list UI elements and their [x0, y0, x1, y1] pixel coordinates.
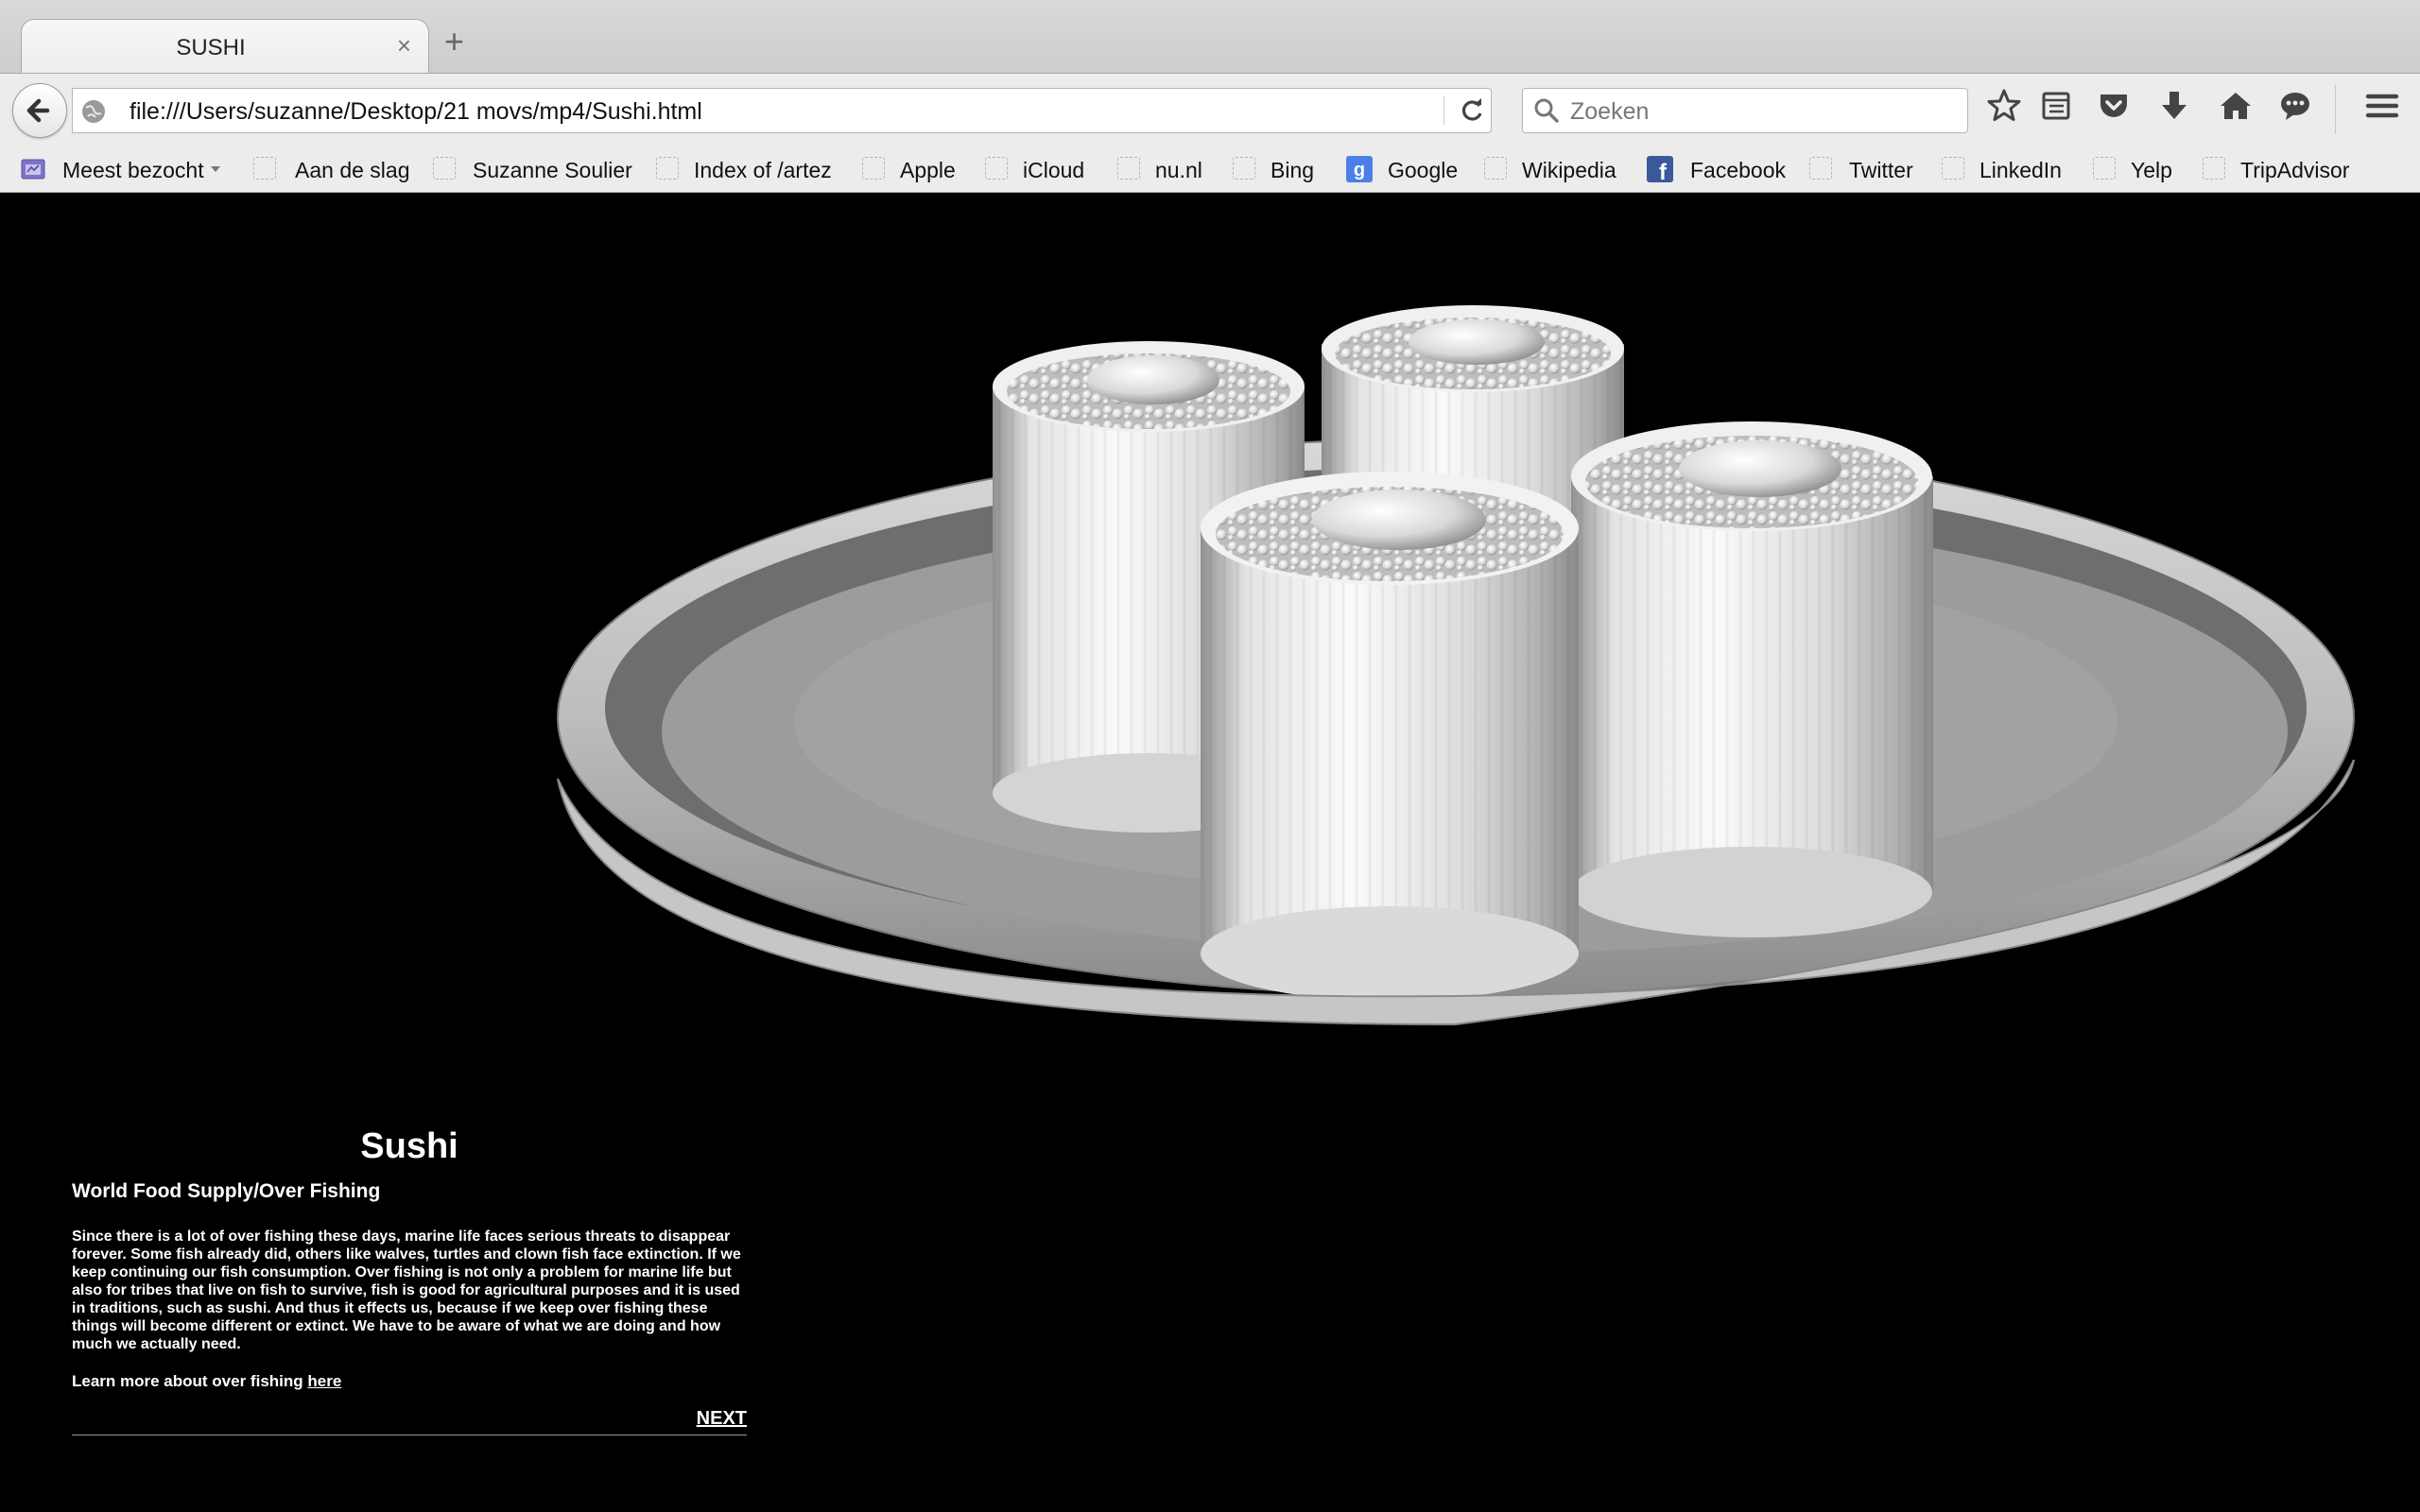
bookmark-label: LinkedIn — [1979, 158, 2062, 182]
bookmark-star-icon[interactable] — [1985, 87, 2023, 125]
bookmark-label: Suzanne Soulier — [473, 158, 632, 182]
hamburger-menu-icon[interactable] — [2363, 87, 2401, 125]
sushi-roll-right — [1571, 421, 1933, 937]
most-visited-folder-icon — [21, 159, 45, 180]
bookmark-label: nu.nl — [1155, 158, 1202, 182]
bookmark-label: Aan de slag — [295, 158, 410, 182]
search-input[interactable] — [1570, 98, 1948, 126]
learn-more-link[interactable]: here — [307, 1372, 341, 1390]
home-icon[interactable] — [2217, 87, 2255, 125]
menu-separator — [2335, 85, 2336, 134]
tab-strip: SUSHI × + — [0, 0, 2420, 75]
bookmark-label: Meest bezocht — [62, 158, 204, 182]
back-button[interactable] — [12, 83, 67, 138]
back-icon — [26, 98, 50, 123]
bookmark-label: Bing — [1270, 158, 1315, 182]
bookmark-label: Google — [1388, 158, 1459, 182]
bookmark-label: Apple — [900, 158, 956, 182]
placeholder-favicon — [862, 157, 885, 180]
bookmark-label: TripAdvisor — [2240, 158, 2350, 182]
pocket-icon[interactable] — [2095, 87, 2133, 125]
learn-more-text: Learn more about over fishing — [72, 1372, 308, 1390]
chevron-down-icon — [211, 166, 220, 172]
placeholder-favicon — [433, 157, 456, 180]
search-bar[interactable] — [1522, 88, 1968, 133]
reload-icon[interactable] — [1459, 96, 1487, 125]
placeholder-favicon — [1484, 157, 1507, 180]
next-row: NEXT — [72, 1408, 747, 1435]
placeholder-favicon — [1233, 157, 1255, 180]
navigation-toolbar — [0, 73, 2420, 149]
placeholder-favicon — [656, 157, 679, 180]
site-identity-icon[interactable] — [80, 98, 107, 125]
url-input[interactable] — [130, 98, 1453, 126]
placeholder-favicon — [1942, 157, 1964, 180]
facebook-icon: f — [1647, 156, 1673, 182]
body-paragraph: Since there is a lot of over fishing the… — [72, 1228, 741, 1352]
bookmark-label: Wikipedia — [1522, 158, 1616, 182]
bookmark-label: Yelp — [2131, 158, 2172, 182]
bookmarks-toolbar: Meest bezocht Aan de slag Suzanne Soulie… — [0, 148, 2420, 193]
bookmark-label: Twitter — [1849, 158, 1913, 182]
placeholder-favicon — [2203, 157, 2225, 180]
next-button[interactable]: NEXT — [697, 1408, 747, 1430]
info-panel: Sushi World Food Supply/Over Fishing Sin… — [72, 1126, 747, 1435]
placeholder-favicon — [1809, 157, 1832, 180]
bookmark-label: Facebook — [1690, 158, 1787, 182]
placeholder-favicon — [2093, 157, 2116, 180]
search-icon — [1534, 98, 1559, 123]
page-viewport: Sushi World Food Supply/Over Fishing Sin… — [0, 193, 2420, 1512]
placeholder-favicon — [985, 157, 1008, 180]
svg-text:f: f — [1659, 160, 1668, 182]
downloads-icon[interactable] — [2155, 87, 2193, 125]
svg-text:g: g — [1354, 160, 1365, 180]
new-tab-icon[interactable]: + — [444, 25, 464, 59]
placeholder-favicon — [1117, 157, 1140, 180]
url-bar[interactable] — [72, 88, 1492, 133]
bookmark-label: iCloud — [1023, 158, 1085, 182]
active-tab[interactable]: SUSHI × — [21, 19, 429, 75]
reading-list-icon[interactable] — [2037, 87, 2075, 125]
page-title: Sushi — [360, 1126, 458, 1166]
bookmark-label: Index of /artez — [694, 158, 832, 182]
google-icon: g — [1346, 156, 1373, 182]
placeholder-favicon — [253, 157, 276, 180]
url-separator — [1443, 96, 1444, 125]
chat-icon[interactable] — [2276, 87, 2314, 125]
sushi-roll-front — [1201, 472, 1579, 1001]
tab-close-icon[interactable]: × — [397, 31, 411, 60]
page-subtitle: World Food Supply/Over Fishing — [72, 1180, 381, 1202]
tab-title: SUSHI — [176, 35, 246, 60]
learn-more-line: Learn more about over fishing here — [72, 1372, 747, 1391]
